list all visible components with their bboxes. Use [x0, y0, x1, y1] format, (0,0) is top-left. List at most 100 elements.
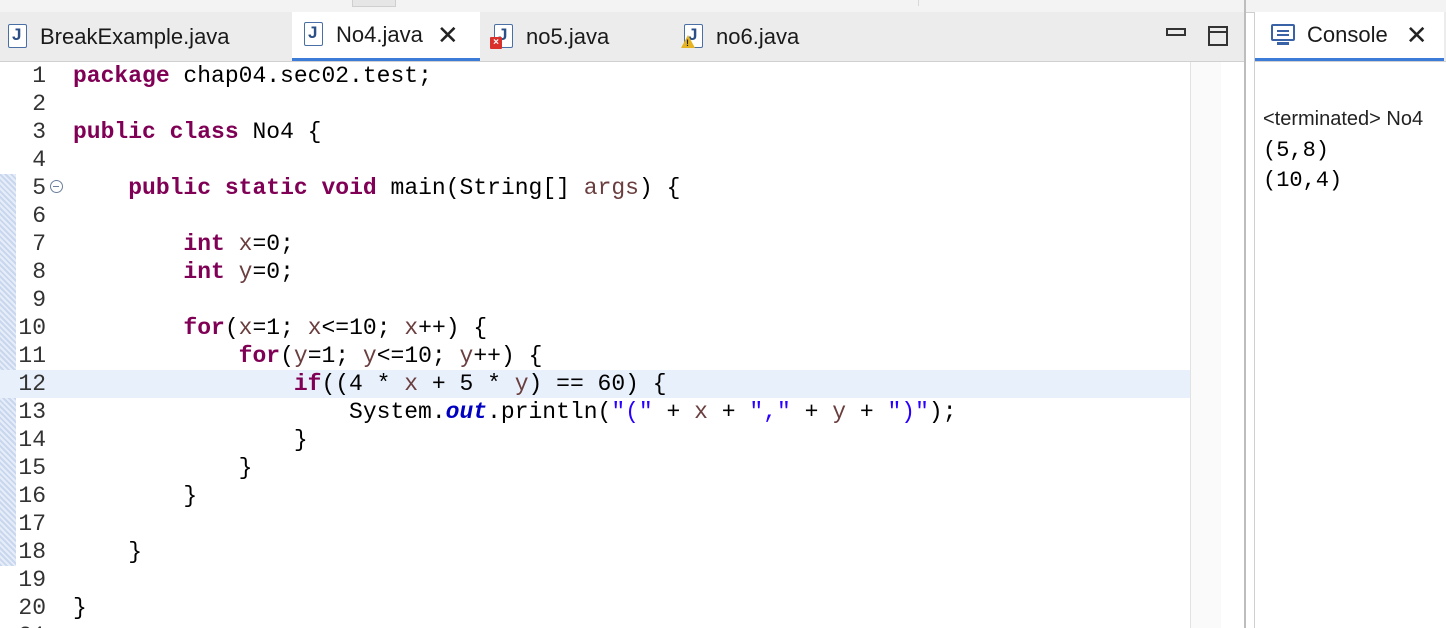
code-token: ",": [749, 399, 791, 425]
minimize-button[interactable]: [1166, 28, 1186, 36]
tab-label: No4.java: [336, 22, 423, 47]
code-token: class: [169, 119, 239, 145]
tab-breakexample-java[interactable]: J BreakExample.java: [0, 12, 290, 61]
code-line[interactable]: 15 }: [0, 454, 1190, 482]
code-token: y: [362, 343, 377, 369]
code-token: static: [224, 175, 308, 201]
code-line[interactable]: 4: [0, 146, 1190, 174]
divider: [918, 0, 919, 6]
code-token: y: [832, 399, 847, 425]
collapse-icon[interactable]: [50, 180, 63, 193]
pane-divider[interactable]: [1244, 0, 1246, 628]
code-token: package: [73, 63, 170, 89]
code-line[interactable]: 18 }: [0, 538, 1190, 566]
code-line[interactable]: 12 if((4 * x + 5 * y) == 60) {: [0, 370, 1190, 398]
code-token: ")": [887, 399, 929, 425]
code-token: void: [321, 175, 377, 201]
tab-label: no5.java: [526, 23, 610, 49]
code-line[interactable]: 1 package chap04.sec02.test;: [0, 62, 1190, 90]
code-token: chap04.sec02.test;: [169, 63, 432, 89]
line-number: 11: [18, 343, 46, 369]
code-line[interactable]: 13 System.out.println("(" + x + "," + y …: [0, 398, 1190, 426]
code-text: int y=0;: [73, 258, 293, 286]
code-token: =1;: [307, 343, 363, 369]
line-number: 12: [18, 371, 46, 397]
tab-label: no6.java: [716, 23, 800, 49]
code-line[interactable]: 9: [0, 286, 1190, 314]
close-icon[interactable]: ✕: [437, 22, 459, 48]
drag-handle[interactable]: [352, 0, 396, 7]
code-line[interactable]: 8 int y=0;: [0, 258, 1190, 286]
code-line[interactable]: 16 }: [0, 482, 1190, 510]
code-token: .println(: [487, 399, 612, 425]
code-token: );: [928, 399, 957, 425]
console-output-line: (10,4): [1263, 168, 1343, 193]
code-token: x: [307, 315, 322, 341]
line-number: 6: [32, 203, 46, 229]
code-token: + 5 *: [418, 371, 515, 397]
code-text: public static void main(String[] args) {: [73, 174, 680, 202]
line-number: 8: [32, 259, 46, 285]
code-text: }: [73, 454, 253, 482]
code-token: if: [293, 371, 322, 397]
code-token: }: [73, 455, 253, 481]
code-token: y: [459, 343, 474, 369]
code-text: int x=0;: [73, 230, 293, 258]
java-file-warning-icon: J!: [681, 23, 706, 50]
code-token: =1;: [252, 315, 308, 341]
tab-no5-java[interactable]: J × no5.java: [482, 12, 672, 61]
code-line[interactable]: 7 int x=0;: [0, 230, 1190, 258]
code-line[interactable]: 17: [0, 510, 1190, 538]
code-token: <=10;: [321, 315, 405, 341]
code-token: }: [73, 595, 87, 621]
overview-ruler: [1190, 62, 1221, 628]
close-icon[interactable]: ✕: [1406, 20, 1428, 51]
code-token: ) {: [638, 175, 681, 201]
console-output-line: (5,8): [1263, 138, 1330, 163]
code-text: package chap04.sec02.test;: [73, 62, 432, 90]
line-number: 18: [18, 539, 46, 565]
maximize-button[interactable]: [1208, 26, 1228, 46]
code-line[interactable]: 21: [0, 622, 1190, 628]
console-icon: [1271, 24, 1295, 46]
code-line[interactable]: 11 for(y=1; y<=10; y++) {: [0, 342, 1190, 370]
code-line[interactable]: 5 public static void main(String[] args)…: [0, 174, 1190, 202]
code-token: x: [694, 399, 708, 425]
code-token: +: [707, 399, 750, 425]
line-number: 14: [18, 427, 46, 453]
code-token: x: [404, 315, 419, 341]
code-token: (: [224, 315, 239, 341]
java-file-icon: J: [8, 23, 30, 50]
code-line[interactable]: 2: [0, 90, 1190, 118]
tab-console[interactable]: Console ✕: [1255, 12, 1444, 61]
line-number: 16: [18, 483, 46, 509]
code-editor[interactable]: 1 package chap04.sec02.test; 2 3 public clas…: [0, 62, 1246, 628]
java-file-icon: J: [304, 22, 326, 48]
code-line[interactable]: 3 public class No4 {: [0, 118, 1190, 146]
code-token: System.: [73, 399, 446, 425]
code-line[interactable]: 10 for(x=1; x<=10; x++) {: [0, 314, 1190, 342]
console-tab-label: Console: [1307, 22, 1388, 47]
code-token: "(": [611, 399, 653, 425]
code-line[interactable]: 20}: [0, 594, 1190, 622]
console-status: <terminated> No4: [1263, 108, 1424, 130]
code-line[interactable]: 19: [0, 566, 1190, 594]
line-number: 10: [18, 315, 46, 341]
editor-pane: J BreakExample.java J No4.java ✕ J × no5.java J!…: [0, 12, 1246, 628]
code-line[interactable]: 14 }: [0, 426, 1190, 454]
code-token: ) == 60) {: [528, 371, 667, 397]
code-text: }: [73, 426, 308, 454]
code-token: y: [238, 259, 253, 285]
line-number: 2: [32, 91, 46, 117]
code-token: (: [280, 343, 294, 369]
tab-no6-java[interactable]: J! no6.java: [672, 12, 862, 61]
line-number: 15: [18, 455, 46, 481]
code-token: x: [238, 315, 253, 341]
tab-no4-java[interactable]: J No4.java ✕: [292, 12, 480, 61]
code-line[interactable]: 6: [0, 202, 1190, 230]
